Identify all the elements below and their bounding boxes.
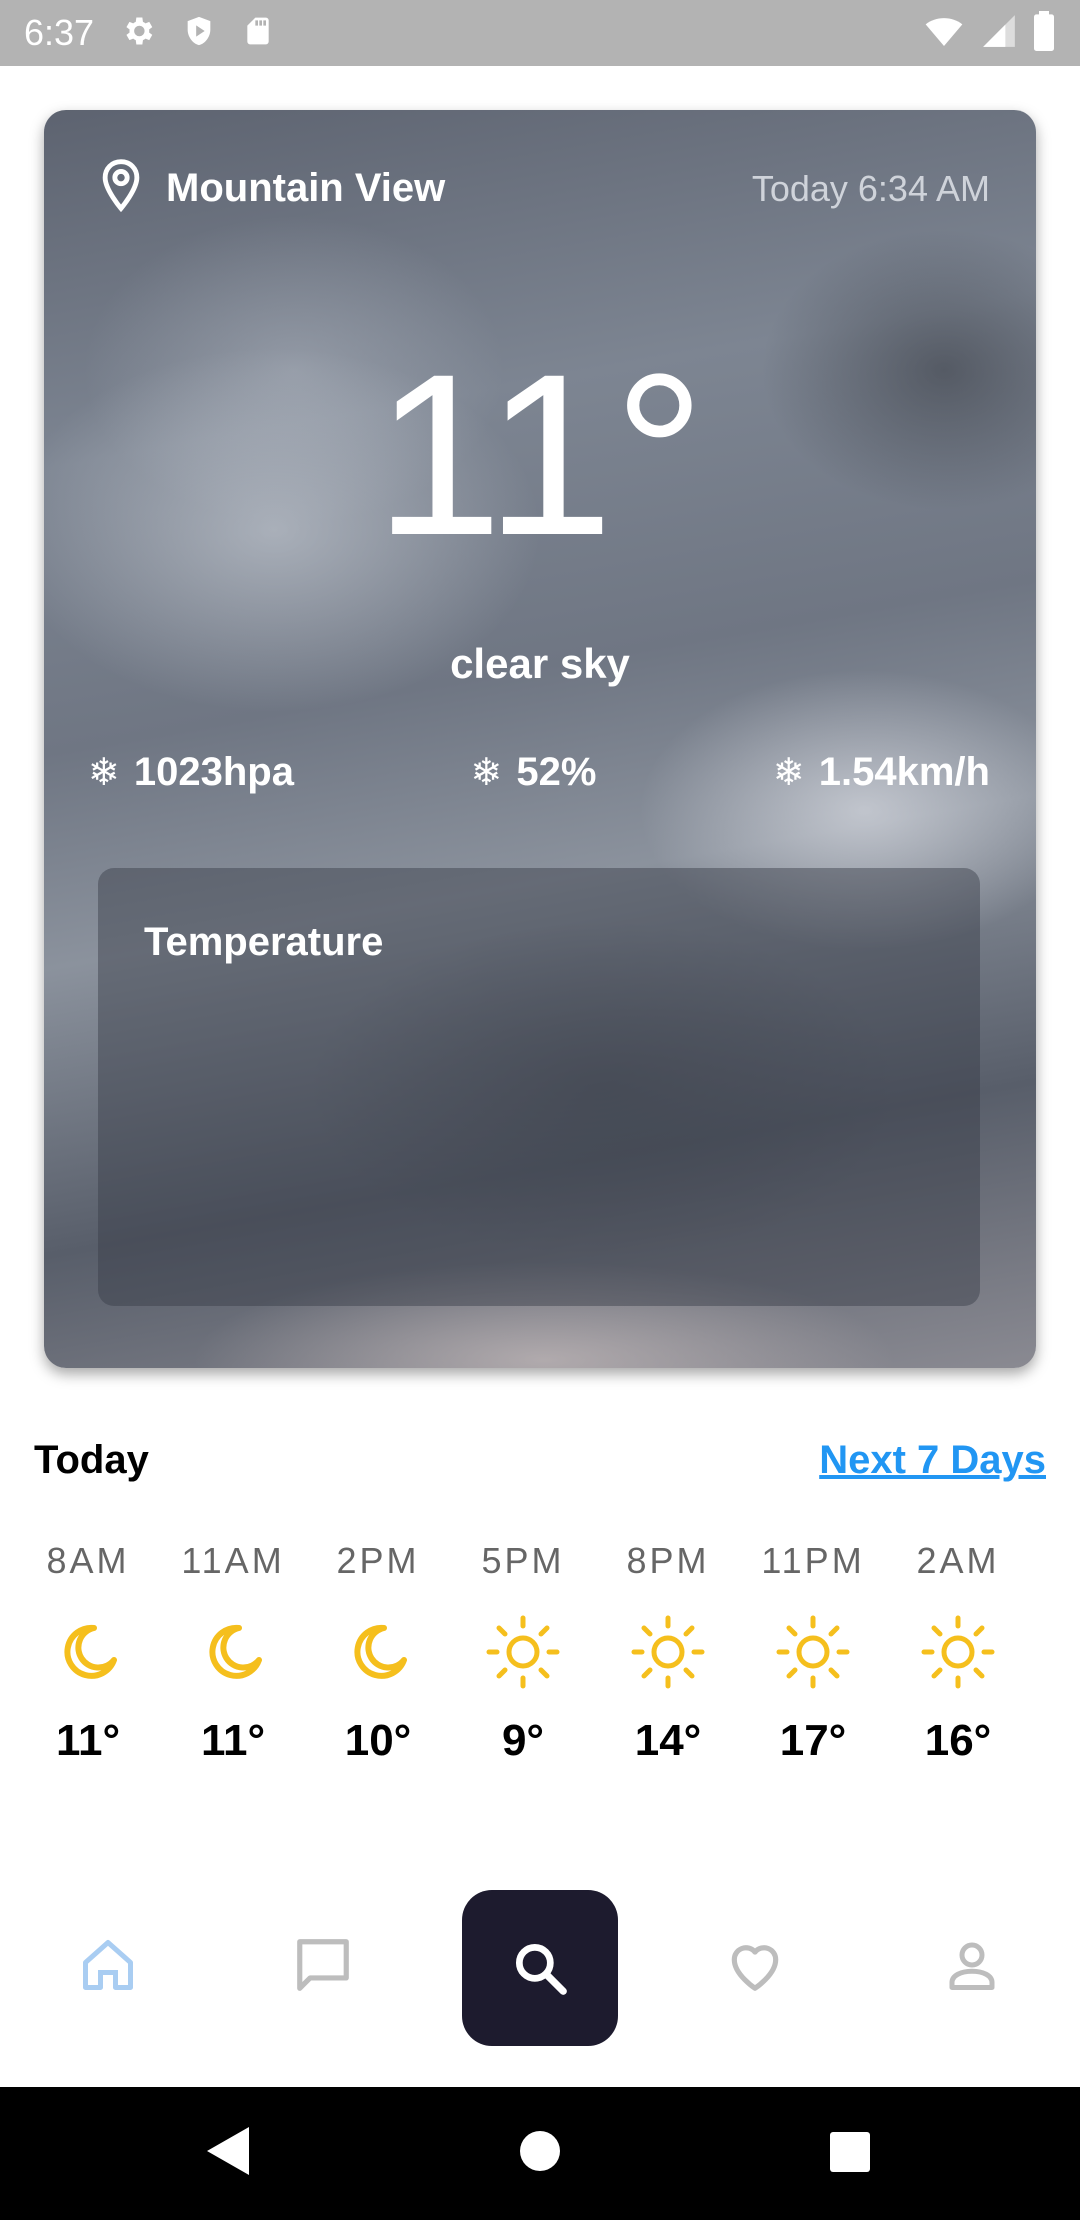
hour-temp: 9° xyxy=(501,1716,545,1765)
nav-home[interactable] xyxy=(68,1925,148,2005)
hour-time: 5PM xyxy=(481,1540,565,1581)
wifi-icon xyxy=(922,11,966,56)
nav-chat[interactable] xyxy=(283,1925,363,2005)
recents-icon xyxy=(830,2132,870,2172)
today-label: Today xyxy=(34,1438,149,1482)
hour-temp: 14° xyxy=(634,1716,702,1765)
back-icon xyxy=(207,2127,249,2175)
home-system-button[interactable] xyxy=(519,2130,561,2177)
snowflake-icon: ❄ xyxy=(470,752,503,794)
sun-icon xyxy=(486,1615,560,1689)
moon-icon xyxy=(354,1624,407,1679)
chat-icon xyxy=(297,1939,349,1991)
humidity-stat: ❄ 52% xyxy=(470,750,596,795)
location: Mountain View xyxy=(98,158,445,219)
system-nav-bar xyxy=(0,2087,1080,2220)
search-icon xyxy=(515,1943,567,1995)
hourly-item: 2AM 16° xyxy=(888,1540,1028,1766)
sd-card-icon xyxy=(242,13,274,54)
humidity-value: 52% xyxy=(516,750,597,794)
recents-button[interactable] xyxy=(829,2131,871,2178)
back-button[interactable] xyxy=(205,2125,251,2182)
hourly-item: 11PM 17° xyxy=(743,1540,883,1766)
hour-temp: 11° xyxy=(200,1716,266,1765)
temperature-panel: Temperature xyxy=(98,868,980,1306)
weather-condition: clear sky xyxy=(450,640,630,687)
next-7-days-link[interactable]: Next 7 Days xyxy=(819,1438,1046,1483)
person-icon xyxy=(949,1942,995,1990)
wind-stat: ❄ 1.54km/h xyxy=(773,750,990,795)
shield-icon xyxy=(182,13,216,54)
temperature-panel-title: Temperature xyxy=(144,920,384,964)
card-header: Mountain View Today 6:34 AM xyxy=(98,158,990,219)
hour-temp: 11° xyxy=(55,1716,121,1765)
hourly-forecast: 8AM 11° 11AM 11° 2PM 10° 5PM 9° 8PM 14° … xyxy=(18,1540,1028,1766)
status-bar: 6:37 xyxy=(0,0,1080,66)
pressure-value: 1023hpa xyxy=(133,750,294,794)
gear-icon xyxy=(120,13,156,54)
hour-temp: 10° xyxy=(344,1716,412,1765)
sun-icon xyxy=(631,1615,705,1689)
heart-icon xyxy=(731,1945,779,1991)
nav-profile[interactable] xyxy=(932,1925,1012,2005)
location-name: Mountain View xyxy=(166,166,446,210)
home-icon xyxy=(83,1940,133,1990)
current-temperature: 11° xyxy=(374,326,706,583)
hour-time: 2PM xyxy=(336,1540,420,1581)
signal-icon xyxy=(980,11,1018,56)
pressure-stat: ❄ 1023hpa xyxy=(88,750,294,795)
hour-temp: 17° xyxy=(779,1716,847,1765)
sun-icon xyxy=(776,1615,850,1689)
hour-time: 8PM xyxy=(626,1540,710,1581)
location-pin-icon xyxy=(98,158,144,219)
sun-icon xyxy=(921,1615,995,1689)
hour-time: 2AM xyxy=(916,1540,1000,1581)
updated-time: Today 6:34 AM xyxy=(751,167,990,209)
hour-time: 8AM xyxy=(46,1540,130,1581)
wind-value: 1.54km/h xyxy=(818,750,990,794)
hour-time: 11AM xyxy=(181,1540,285,1581)
weather-card: Mountain View Today 6:34 AM 11° clear sk… xyxy=(44,110,1036,1368)
moon-icon xyxy=(64,1624,117,1679)
search-button[interactable] xyxy=(462,1890,618,2046)
hourly-item: 8AM 11° xyxy=(18,1540,158,1766)
home-circle-icon xyxy=(520,2131,560,2171)
snowflake-icon: ❄ xyxy=(88,752,120,794)
hourly-item: 8PM 14° xyxy=(598,1540,738,1766)
hourly-item: 5PM 9° xyxy=(453,1540,593,1766)
hour-time: 11PM xyxy=(761,1540,865,1581)
moon-icon xyxy=(209,1624,262,1679)
status-left: 6:37 xyxy=(24,12,274,54)
snowflake-icon: ❄ xyxy=(772,752,805,794)
battery-icon xyxy=(1032,10,1056,56)
hourly-item: 2PM 10° xyxy=(308,1540,448,1766)
hour-temp: 16° xyxy=(924,1716,992,1765)
nav-favorites[interactable] xyxy=(715,1925,795,2005)
hourly-item: 11AM 11° xyxy=(163,1540,303,1766)
status-time: 6:37 xyxy=(24,12,95,53)
status-right xyxy=(922,10,1056,56)
bottom-nav xyxy=(0,1880,1080,2060)
weather-stats: ❄ 1023hpa ❄ 52% ❄ 1.54km/h xyxy=(88,750,990,795)
